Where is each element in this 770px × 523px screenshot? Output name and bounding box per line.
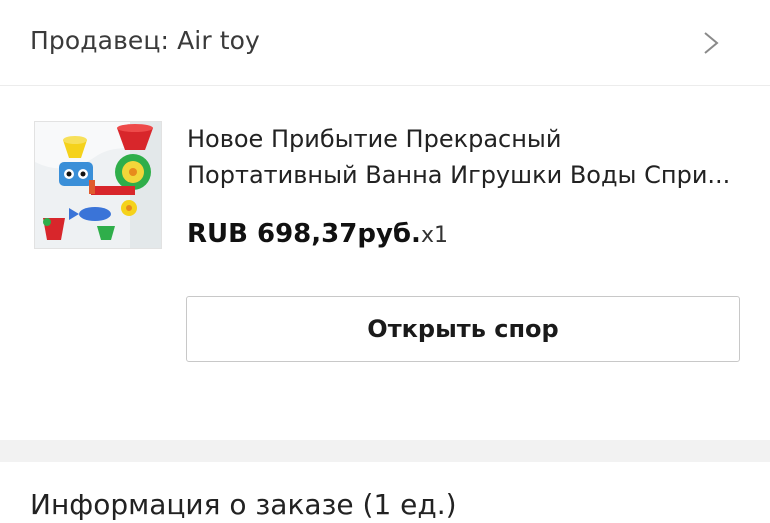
product-quantity: x1 [420, 223, 448, 248]
open-dispute-button[interactable]: Открыть спор [186, 296, 740, 362]
bath-toy-icon [35, 122, 161, 248]
product-title-line-2: Портативный Ванна Игрушки Воды Спри... [187, 161, 731, 189]
product-title-line-1: Новое Прибытие Прекрасный [187, 125, 562, 153]
product-price: RUB 698,37руб. [187, 219, 421, 249]
order-info-heading[interactable]: Информация о заказе (1 ед.) [30, 488, 457, 521]
seller-row[interactable]: Продавец: Air toy [0, 0, 770, 86]
section-divider [0, 440, 770, 462]
product-price-row: RUB 698,37руб.x1 [187, 219, 448, 249]
product-title[interactable]: Новое Прибытие Прекрасный Портативный Ва… [187, 121, 747, 193]
chevron-right-icon[interactable] [702, 31, 720, 55]
product-image[interactable] [34, 121, 162, 249]
seller-name: Продавец: Air toy [30, 26, 260, 55]
product-card: Новое Прибытие Прекрасный Портативный Ва… [0, 87, 770, 440]
